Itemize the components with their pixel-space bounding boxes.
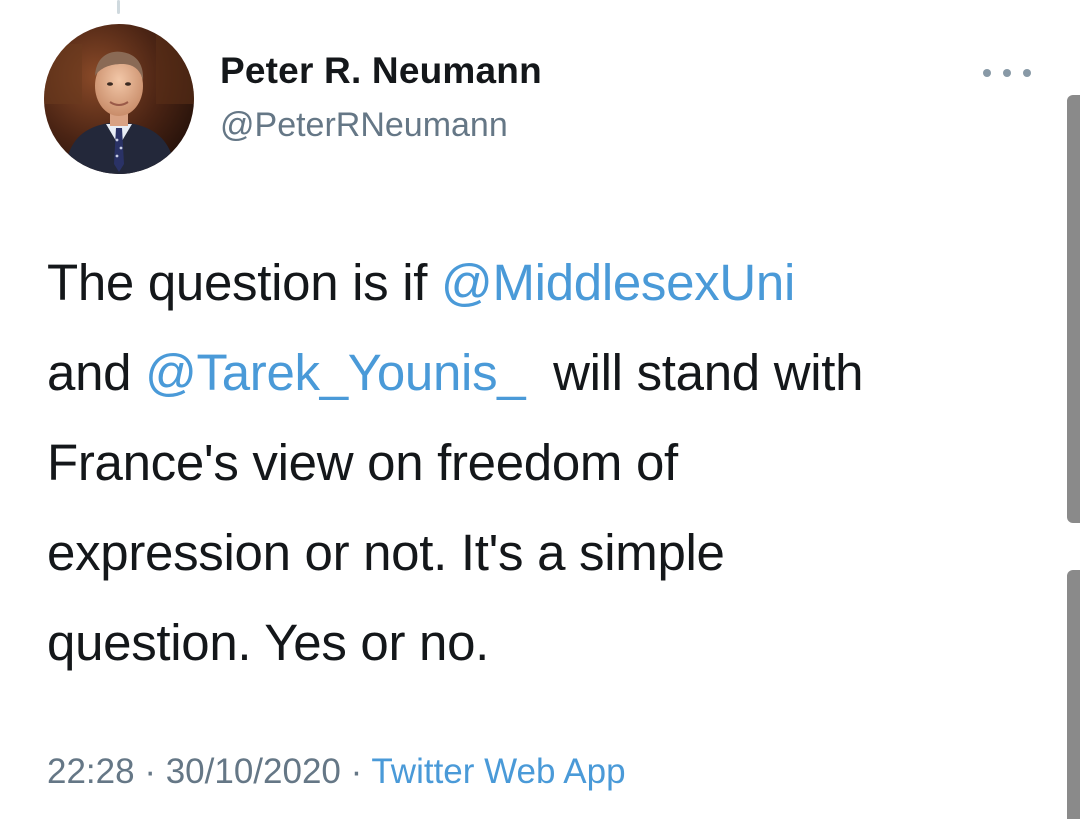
mention-link-tarek-younis[interactable]: @Tarek_Younis_ xyxy=(145,344,526,401)
more-horizontal-icon-dot xyxy=(1023,69,1031,77)
tweet-source-link[interactable]: Twitter Web App xyxy=(371,752,625,791)
more-options-button[interactable] xyxy=(983,58,1031,88)
scrollbar-thumb-lower[interactable] xyxy=(1067,570,1080,819)
tweet-line: question. Yes or no. xyxy=(47,614,490,671)
tweet-time[interactable]: 22:28 xyxy=(47,752,135,791)
tweet-text: The question is if @MiddlesexUni and @Ta… xyxy=(47,238,1032,688)
meta-separator: · xyxy=(134,752,166,791)
avatar-image xyxy=(44,24,194,174)
author-handle[interactable]: @PeterRNeumann xyxy=(220,106,508,145)
tweet-date[interactable]: 30/10/2020 xyxy=(166,752,341,791)
tweet-detail: Peter R. Neumann @PeterRNeumann The ques… xyxy=(0,0,1080,819)
more-horizontal-icon xyxy=(983,69,991,77)
tweet-line: The question is if @MiddlesexUni xyxy=(47,238,1032,328)
tweet-text-segment: will stand with xyxy=(525,344,864,401)
meta-separator: · xyxy=(340,752,372,791)
tweet-text-segment: and xyxy=(47,344,146,401)
tweet-line: and @Tarek_Younis_ will stand with xyxy=(47,328,1032,418)
tweet-line: expression or not. It's a simple xyxy=(47,524,725,581)
author-name[interactable]: Peter R. Neumann xyxy=(220,50,542,92)
thread-connector-line xyxy=(117,0,120,14)
tweet-line: France's view on freedom of xyxy=(47,434,678,491)
more-horizontal-icon-dot xyxy=(1003,69,1011,77)
avatar[interactable] xyxy=(44,24,194,174)
tweet-text-segment: The question is if xyxy=(47,254,442,311)
scrollbar-thumb[interactable] xyxy=(1067,95,1080,523)
mention-link-middlesexuni[interactable]: @MiddlesexUni xyxy=(441,254,795,311)
tweet-metadata: 22:28 · 30/10/2020 · Twitter Web App xyxy=(47,752,626,792)
